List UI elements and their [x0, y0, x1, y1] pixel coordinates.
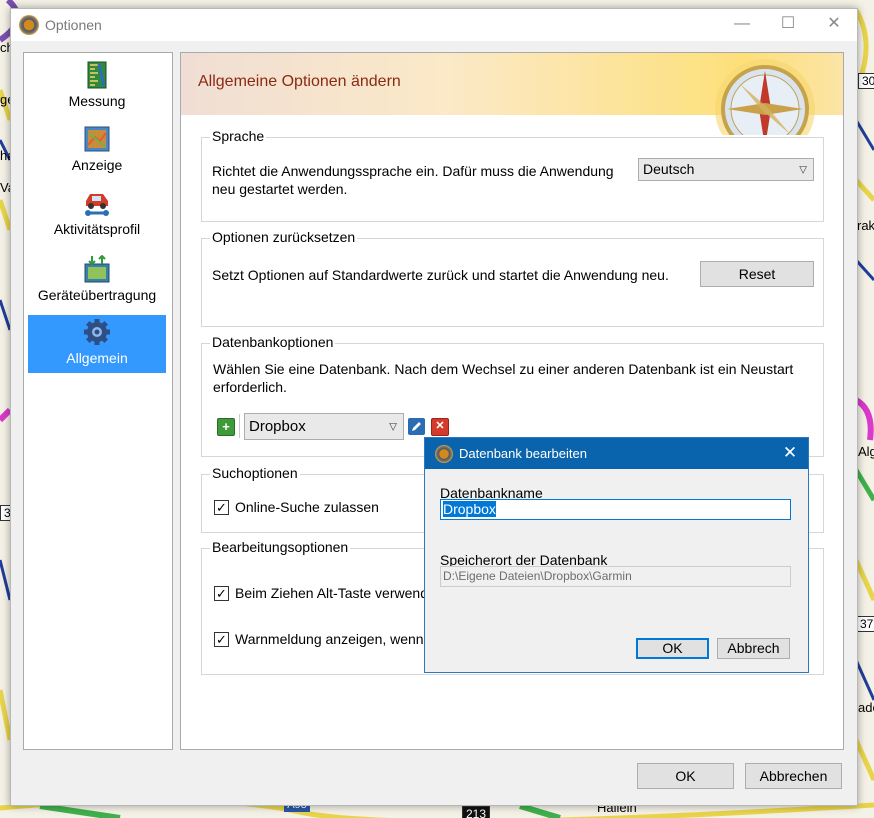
sidebar-item-anzeige[interactable]: Anzeige — [28, 122, 166, 180]
database-description: Wählen Sie eine Datenbank. Nach dem Wech… — [213, 361, 794, 395]
alt-key-checkbox[interactable]: ✓ — [214, 586, 229, 601]
car-icon — [85, 194, 109, 216]
map-label: ade — [858, 700, 874, 715]
reset-description: Setzt Optionen auf Standardwerte zurück … — [212, 267, 669, 283]
dialog-title: Datenbank bearbeiten — [459, 446, 587, 461]
chevron-down-icon: ▽ — [389, 421, 397, 432]
online-search-label: Online-Suche zulassen — [235, 499, 379, 515]
sidebar-item-label: Aktivitätsprofil — [53, 221, 141, 237]
edit-database-dialog: Datenbank bearbeiten ✕ Datenbankname Dro… — [424, 437, 809, 673]
road-badge: 37 — [856, 616, 874, 632]
dialog-close-button[interactable]: ✕ — [772, 438, 808, 469]
sidebar-item-label: Messung — [68, 93, 126, 109]
map-label: rak — [857, 218, 874, 233]
title-bar: Optionen — ☐ ✕ — [11, 9, 857, 41]
sidebar-item-messung[interactable]: Messung — [28, 58, 166, 116]
alt-key-label: Beim Ziehen Alt-Taste verwende — [235, 585, 436, 601]
group-title: Datenbankoptionen — [210, 334, 336, 350]
language-description: Richtet die Anwendungssprache ein. Dafür… — [212, 163, 614, 197]
sidebar-item-label: Geräteübertragung — [37, 287, 157, 303]
language-group: Sprache Richtet die Anwendungssprache ei… — [201, 128, 824, 222]
page-title: Allgemeine Optionen ändern — [198, 73, 401, 90]
edit-database-button[interactable] — [408, 418, 425, 435]
maximize-button[interactable]: ☐ — [765, 9, 811, 41]
ok-button[interactable]: OK — [637, 763, 734, 789]
device-transfer-icon — [84, 254, 110, 283]
language-select-value: Deutsch — [643, 161, 695, 177]
sidebar-item-allgemein[interactable]: Allgemein — [28, 315, 166, 373]
ruler-icon — [87, 61, 107, 89]
map-label: Alg — [858, 444, 874, 459]
cancel-button[interactable]: Abbrechen — [745, 763, 842, 789]
sidebar-item-label: Allgemein — [66, 350, 128, 366]
database-select[interactable]: Dropbox ▽ — [244, 413, 404, 440]
sidebar: Messung Anzeige Aktivitätsprofil Geräteü… — [23, 52, 173, 750]
database-select-value: Dropbox — [249, 418, 306, 435]
language-select[interactable]: Deutsch ▽ — [638, 158, 814, 181]
reset-group: Optionen zurücksetzen Setzt Optionen auf… — [201, 229, 824, 327]
database-location-field: D:\Eigene Dateien\Dropbox\Garmin — [440, 566, 791, 587]
options-window: Optionen — ☐ ✕ Messung Anzeige Aktivität… — [10, 8, 858, 806]
app-icon — [19, 15, 39, 35]
app-icon — [435, 445, 453, 463]
sidebar-item-aktivitaetsprofil[interactable]: Aktivitätsprofil — [28, 186, 166, 244]
display-icon — [84, 126, 110, 152]
sidebar-item-label: Anzeige — [71, 157, 123, 173]
dialog-title-bar: Datenbank bearbeiten ✕ — [425, 438, 808, 469]
gear-icon — [84, 319, 110, 345]
chevron-down-icon: ▽ — [799, 164, 807, 175]
dialog-cancel-button[interactable]: Abbrech — [717, 638, 790, 659]
separator — [239, 414, 240, 438]
road-badge: 213 — [462, 806, 491, 818]
reset-button[interactable]: Reset — [700, 261, 814, 287]
add-database-button[interactable]: + — [217, 418, 235, 436]
window-title: Optionen — [45, 17, 102, 33]
group-title: Sprache — [210, 128, 267, 144]
banner: Allgemeine Optionen ändern — [181, 53, 843, 135]
warning-label: Warnmeldung anzeigen, wenn — [235, 631, 424, 647]
compass-icon — [715, 59, 815, 135]
selected-text: Dropbox — [443, 501, 496, 517]
online-search-checkbox[interactable]: ✓ — [214, 500, 229, 515]
delete-database-button[interactable]: ✕ — [431, 418, 449, 436]
group-title: Suchoptionen — [210, 465, 300, 481]
dialog-ok-button[interactable]: OK — [636, 638, 709, 659]
database-name-input[interactable]: Dropbox — [440, 499, 791, 520]
group-title: Optionen zurücksetzen — [210, 229, 358, 245]
close-button[interactable]: ✕ — [811, 9, 857, 41]
warning-checkbox[interactable]: ✓ — [214, 632, 229, 647]
road-badge: 30 — [858, 73, 874, 89]
sidebar-item-geraeteuebertragung[interactable]: Geräteübertragung — [28, 252, 166, 310]
group-title: Bearbeitungsoptionen — [210, 539, 351, 555]
minimize-button[interactable]: — — [719, 9, 765, 41]
